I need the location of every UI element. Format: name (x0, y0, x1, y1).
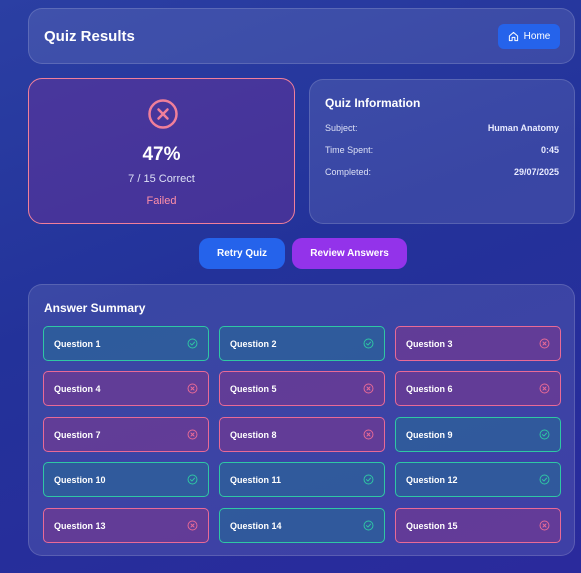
question-label: Question 13 (54, 520, 106, 531)
question-label: Question 14 (230, 520, 282, 531)
score-card: 47% 7 / 15 Correct Failed (28, 78, 295, 224)
question-label: Question 11 (230, 474, 282, 485)
score-correct-count: 7 / 15 Correct (128, 173, 195, 185)
page-title: Quiz Results (44, 28, 135, 45)
question-tile-14[interactable]: Question 14 (219, 508, 385, 543)
question-tile-7[interactable]: Question 7 (43, 417, 209, 452)
question-label: Question 3 (406, 338, 453, 349)
question-label: Question 6 (406, 383, 453, 394)
question-label: Question 9 (406, 429, 453, 440)
question-tile-2[interactable]: Question 2 (219, 326, 385, 361)
info-label: Completed: (325, 167, 372, 177)
check-circle-icon (187, 474, 198, 485)
question-tile-9[interactable]: Question 9 (395, 417, 561, 452)
question-tile-12[interactable]: Question 12 (395, 462, 561, 497)
question-tile-8[interactable]: Question 8 (219, 417, 385, 452)
question-tile-10[interactable]: Question 10 (43, 462, 209, 497)
question-label: Question 10 (54, 474, 106, 485)
info-value: 0:45 (540, 145, 559, 155)
home-icon (508, 31, 518, 42)
question-label: Question 12 (406, 474, 458, 485)
question-label: Question 8 (230, 429, 277, 440)
header-card: Quiz Results Home (28, 8, 575, 64)
x-circle-icon (187, 383, 198, 394)
review-answers-button[interactable]: Review Answers (292, 238, 407, 269)
info-row-completed: Completed: 29/07/2025 (325, 167, 559, 177)
quiz-info-card: Quiz Information Subject: Human Anatomy … (309, 79, 575, 224)
x-circle-icon (187, 520, 198, 531)
answer-summary-card: Answer Summary Question 1 Question 2 Quest… (28, 284, 575, 556)
home-button-label: Home (523, 31, 551, 42)
question-tile-4[interactable]: Question 4 (43, 371, 209, 406)
question-tile-6[interactable]: Question 6 (395, 371, 561, 406)
check-circle-icon (187, 338, 198, 349)
question-label: Question 2 (230, 338, 277, 349)
question-tile-3[interactable]: Question 3 (395, 326, 561, 361)
info-row-time-spent: Time Spent: 0:45 (325, 145, 559, 155)
info-label: Subject: (325, 123, 358, 133)
answer-summary-title: Answer Summary (44, 301, 146, 315)
check-circle-icon (363, 338, 374, 349)
info-row-subject: Subject: Human Anatomy (325, 123, 559, 133)
x-circle-icon (187, 429, 198, 440)
retry-quiz-button[interactable]: Retry Quiz (199, 238, 285, 269)
info-value: Human Anatomy (487, 123, 559, 133)
x-circle-icon (539, 520, 550, 531)
check-circle-icon (363, 474, 374, 485)
question-label: Question 5 (230, 383, 277, 394)
question-label: Question 1 (54, 338, 101, 349)
home-button[interactable]: Home (498, 24, 560, 49)
question-tile-15[interactable]: Question 15 (395, 508, 561, 543)
question-tile-11[interactable]: Question 11 (219, 462, 385, 497)
check-circle-icon (363, 520, 374, 531)
info-value: 29/07/2025 (513, 167, 559, 177)
x-circle-icon (539, 338, 550, 349)
question-tile-13[interactable]: Question 13 (43, 508, 209, 543)
question-tile-5[interactable]: Question 5 (219, 371, 385, 406)
x-circle-icon (363, 429, 374, 440)
check-circle-icon (539, 474, 550, 485)
question-tile-1[interactable]: Question 1 (43, 326, 209, 361)
score-percent: 47% (142, 144, 181, 165)
check-circle-icon (539, 429, 550, 440)
question-label: Question 15 (406, 520, 458, 531)
quiz-info-title: Quiz Information (325, 96, 421, 110)
info-label: Time Spent: (325, 145, 374, 155)
x-circle-icon (539, 383, 550, 394)
question-label: Question 7 (54, 429, 101, 440)
x-circle-icon (363, 383, 374, 394)
question-label: Question 4 (54, 383, 101, 394)
x-circle-icon (148, 99, 178, 129)
score-status: Failed (146, 195, 177, 207)
